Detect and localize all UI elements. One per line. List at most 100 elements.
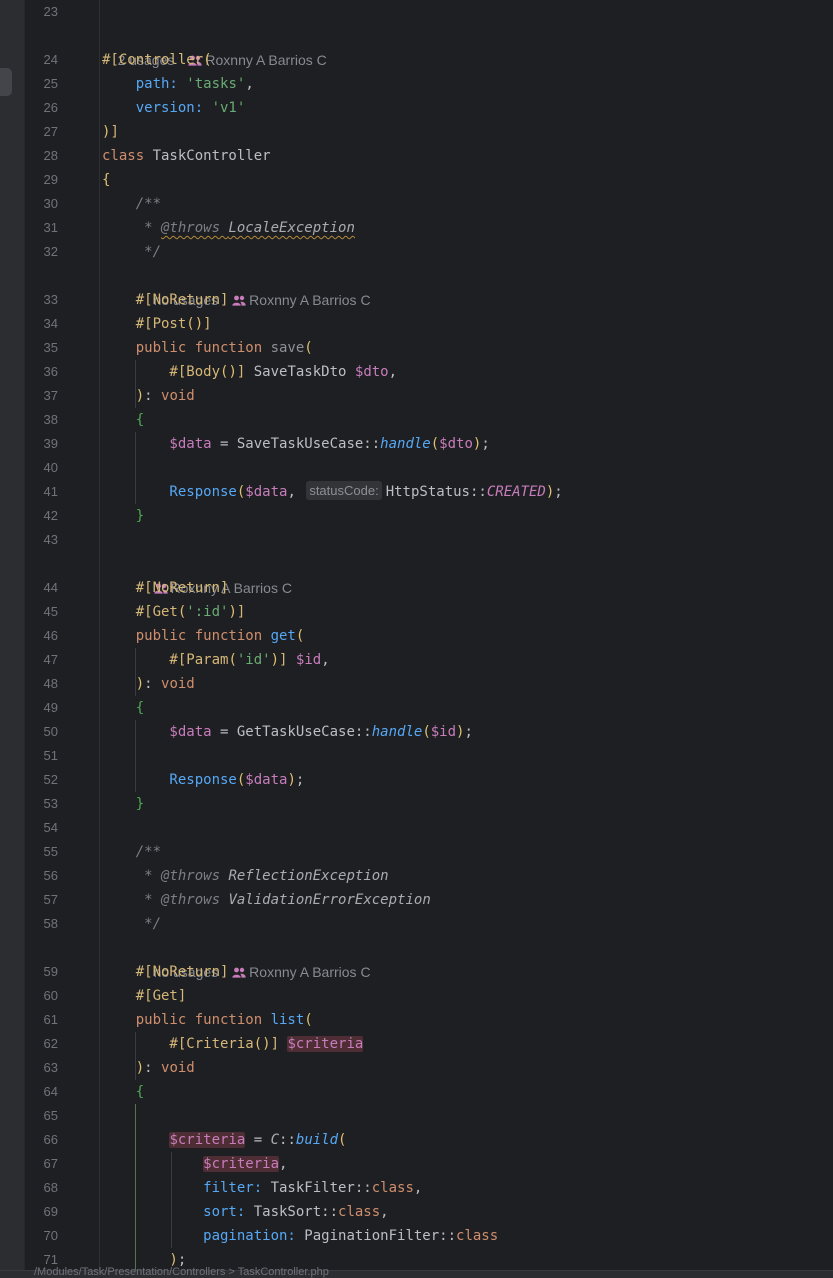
- code-text[interactable]: pagination: PaginationFilter::class: [102, 1224, 498, 1248]
- code-text[interactable]: #[Get(':id')]: [102, 600, 246, 624]
- line-number[interactable]: 45: [26, 600, 58, 624]
- code-text[interactable]: */: [102, 912, 161, 936]
- code-text[interactable]: $data = SaveTaskUseCase::handle($dto);: [102, 432, 489, 456]
- code-text[interactable]: /**: [102, 192, 161, 216]
- line-number[interactable]: 67: [26, 1152, 58, 1176]
- code-vision-hint[interactable]: Roxnny A Barrios C: [138, 552, 292, 596]
- code-text[interactable]: {: [102, 408, 144, 432]
- line-number[interactable]: 51: [26, 744, 58, 768]
- line-number[interactable]: 28: [26, 144, 58, 168]
- code-text[interactable]: {: [102, 1080, 144, 1104]
- code-text[interactable]: ): void: [102, 672, 195, 696]
- line-number[interactable]: 36: [26, 360, 58, 384]
- code-text[interactable]: }: [102, 792, 144, 816]
- line-number[interactable]: 52: [26, 768, 58, 792]
- code-text[interactable]: #[Criteria()] $criteria: [102, 1032, 364, 1056]
- line-number[interactable]: 60: [26, 984, 58, 1008]
- line-number[interactable]: 50: [26, 720, 58, 744]
- code-vision-hint[interactable]: no usages Roxnny A Barrios C: [138, 264, 371, 308]
- line-number[interactable]: 58: [26, 912, 58, 936]
- line-number[interactable]: 44: [26, 576, 58, 600]
- strip-tab-marker[interactable]: [0, 68, 12, 96]
- line-number[interactable]: 37: [26, 384, 58, 408]
- line-number[interactable]: 23: [26, 0, 58, 24]
- line-number[interactable]: 33: [26, 288, 58, 312]
- code-text[interactable]: #[NoReturn]: [102, 576, 229, 600]
- code-text[interactable]: public function list(: [102, 1008, 313, 1032]
- code-vision-hint[interactable]: no usages Roxnny A Barrios C: [138, 936, 371, 980]
- code-text[interactable]: {: [102, 696, 144, 720]
- code-text[interactable]: * @throws ReflectionException: [102, 864, 388, 888]
- line-number[interactable]: 66: [26, 1128, 58, 1152]
- code-vision-hint[interactable]: 2 usages Roxnny A Barrios C: [102, 24, 327, 68]
- code-text[interactable]: $criteria = C::build(: [102, 1128, 346, 1152]
- author-name[interactable]: Roxnny A Barrios C: [249, 292, 370, 308]
- code-text[interactable]: Response($data, statusCode: HttpStatus::C…: [102, 480, 563, 504]
- line-number[interactable]: 55: [26, 840, 58, 864]
- line-number[interactable]: 30: [26, 192, 58, 216]
- code-text[interactable]: Response($data);: [102, 768, 304, 792]
- line-number[interactable]: 25: [26, 72, 58, 96]
- code-text[interactable]: #[Controller(: [102, 48, 212, 72]
- code-text[interactable]: #[NoReturn]: [102, 960, 229, 984]
- code-text[interactable]: ): void: [102, 1056, 195, 1080]
- code-text[interactable]: #[Body()] SaveTaskDto $dto,: [102, 360, 397, 384]
- code-text[interactable]: }: [102, 504, 144, 528]
- code-text[interactable]: public function get(: [102, 624, 305, 648]
- code-text[interactable]: */: [102, 240, 161, 264]
- code-text[interactable]: $data = GetTaskUseCase::handle($id);: [102, 720, 473, 744]
- line-number[interactable]: 32: [26, 240, 58, 264]
- code-text[interactable]: public function save(: [102, 336, 313, 360]
- author-name[interactable]: Roxnny A Barrios C: [205, 52, 326, 68]
- line-number[interactable]: 39: [26, 432, 58, 456]
- code-text[interactable]: version: 'v1': [102, 96, 246, 120]
- code-text[interactable]: /**: [102, 840, 161, 864]
- code-text[interactable]: path: 'tasks',: [102, 72, 254, 96]
- code-text[interactable]: class TaskController: [102, 144, 271, 168]
- code-text[interactable]: #[Param('id')] $id,: [102, 648, 329, 672]
- line-number[interactable]: 38: [26, 408, 58, 432]
- code-text[interactable]: )]: [102, 120, 119, 144]
- line-number[interactable]: 64: [26, 1080, 58, 1104]
- line-number[interactable]: 43: [26, 528, 58, 552]
- code-text[interactable]: * @throws LocaleException: [102, 216, 355, 240]
- line-number[interactable]: 63: [26, 1056, 58, 1080]
- line-number[interactable]: 70: [26, 1224, 58, 1248]
- code-text[interactable]: {: [102, 168, 110, 192]
- code-text[interactable]: sort: TaskSort::class,: [102, 1200, 388, 1224]
- code-text[interactable]: #[Post()]: [102, 312, 212, 336]
- line-number[interactable]: 68: [26, 1176, 58, 1200]
- line-number[interactable]: 61: [26, 1008, 58, 1032]
- line-number[interactable]: 53: [26, 792, 58, 816]
- line-number[interactable]: 26: [26, 96, 58, 120]
- line-number[interactable]: 49: [26, 696, 58, 720]
- line-number[interactable]: 56: [26, 864, 58, 888]
- breadcrumb-path[interactable]: /Modules/Task/Presentation/Controllers >…: [34, 1266, 329, 1278]
- line-number[interactable]: 65: [26, 1104, 58, 1128]
- line-number[interactable]: 69: [26, 1200, 58, 1224]
- code-text[interactable]: #[Get]: [102, 984, 187, 1008]
- line-number[interactable]: 34: [26, 312, 58, 336]
- line-number[interactable]: 27: [26, 120, 58, 144]
- line-number[interactable]: 46: [26, 624, 58, 648]
- line-number[interactable]: 41: [26, 480, 58, 504]
- code-text[interactable]: #[NoReturn]: [102, 288, 229, 312]
- author-name[interactable]: Roxnny A Barrios C: [249, 964, 370, 980]
- line-number[interactable]: 59: [26, 960, 58, 984]
- line-number[interactable]: 54: [26, 816, 58, 840]
- code-text[interactable]: $criteria,: [102, 1152, 287, 1176]
- line-number[interactable]: 40: [26, 456, 58, 480]
- line-number[interactable]: 47: [26, 648, 58, 672]
- line-number[interactable]: 29: [26, 168, 58, 192]
- line-number[interactable]: 24: [26, 48, 58, 72]
- line-number[interactable]: 62: [26, 1032, 58, 1056]
- line-number[interactable]: 48: [26, 672, 58, 696]
- code-text[interactable]: ): void: [102, 384, 195, 408]
- code-text[interactable]: filter: TaskFilter::class,: [102, 1176, 422, 1200]
- line-number[interactable]: 35: [26, 336, 58, 360]
- code-editor[interactable]: 2 usages Roxnny A Barrios C no usages Roxn…: [0, 0, 833, 1278]
- line-number[interactable]: 42: [26, 504, 58, 528]
- line-number[interactable]: 57: [26, 888, 58, 912]
- line-number[interactable]: 31: [26, 216, 58, 240]
- code-text[interactable]: * @throws ValidationErrorException: [102, 888, 431, 912]
